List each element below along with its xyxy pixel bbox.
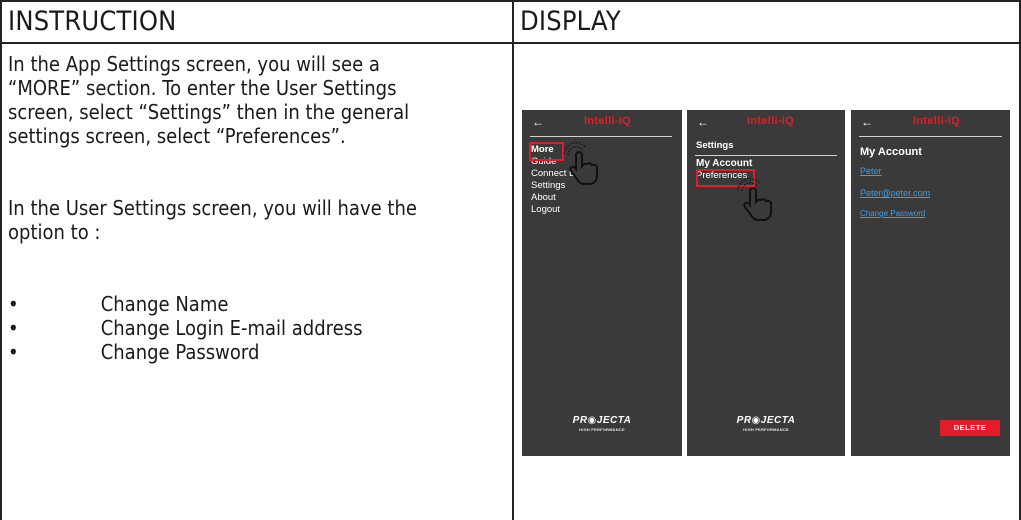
instruction-line: option to :: [8, 220, 101, 244]
screen-settings: ← Intelli-IQ Settings My Account Prefere…: [687, 110, 845, 456]
bullet-icon: •: [8, 340, 19, 364]
instruction-line: settings screen, select “Preferences”.: [8, 124, 346, 148]
menu-item-about[interactable]: About: [531, 192, 576, 204]
option-list: • Change Name • Change Login E-mail addres…: [8, 292, 449, 364]
app-title: Intelli-IQ: [584, 115, 631, 127]
display-header: DISPLAY: [520, 6, 621, 37]
name-link-row: Peter: [860, 165, 882, 178]
account-title: My Account: [860, 146, 922, 158]
instruction-line: “MORE” section. To enter the User Settin…: [8, 76, 397, 100]
email-link[interactable]: Peter@peter.com: [860, 188, 930, 198]
table-border-left: [0, 0, 2, 520]
option-label: Change Login E-mail address: [100, 316, 363, 340]
arrow-left-icon[interactable]: ←: [697, 115, 709, 129]
instruction-line: In the App Settings screen, you will see…: [8, 52, 380, 76]
brand-logo: PR◉JECTA HIGH PERFORMANCE: [572, 415, 632, 432]
bullet-icon: •: [8, 292, 19, 316]
arrow-left-icon[interactable]: ←: [861, 115, 873, 129]
divider: [695, 155, 837, 156]
divider: [859, 136, 1002, 137]
header-divider: [0, 42, 1021, 44]
name-link[interactable]: Peter: [860, 166, 882, 176]
app-title: Intelli-IQ: [913, 115, 960, 127]
email-link-row: Peter@peter.com: [860, 187, 930, 200]
change-password-link[interactable]: Change Password: [860, 209, 925, 218]
screen-more-menu: ← Intelli-IQ More Guide Connect D Settin…: [522, 110, 682, 456]
instruction-table: INSTRUCTION DISPLAY In the App Settings …: [0, 0, 1021, 520]
menu-item-logout[interactable]: Logout: [531, 204, 576, 216]
bullet-icon: •: [8, 316, 19, 340]
list-item: • Change Login E-mail address: [8, 316, 449, 340]
settings-title: Settings: [696, 140, 734, 151]
instruction-line: In the User Settings screen, you will ha…: [8, 196, 417, 220]
option-label: Change Password: [100, 340, 260, 364]
list-item: • Change Password: [8, 340, 449, 364]
brand-logo: PR◉JECTA HIGH PERFORMANCE: [736, 415, 796, 432]
instruction-line: screen, select “Settings” then in the ge…: [8, 100, 410, 124]
option-label: Change Name: [100, 292, 229, 316]
delete-button[interactable]: DELETE: [940, 420, 1000, 436]
password-link-row: Change Password: [860, 208, 925, 220]
instruction-text: In the App Settings screen, you will see…: [8, 52, 449, 364]
instruction-header: INSTRUCTION: [8, 6, 177, 37]
arrow-left-icon[interactable]: ←: [532, 115, 544, 129]
divider: [530, 136, 672, 137]
list-item: • Change Name: [8, 292, 449, 316]
column-divider: [512, 0, 514, 520]
tap-hand-icon: [563, 142, 598, 185]
app-title: Intelli-IQ: [747, 115, 794, 127]
tap-hand-icon: [737, 178, 772, 221]
screen-my-account: ← Intelli-IQ My Account Peter Peter@pete…: [851, 110, 1010, 456]
